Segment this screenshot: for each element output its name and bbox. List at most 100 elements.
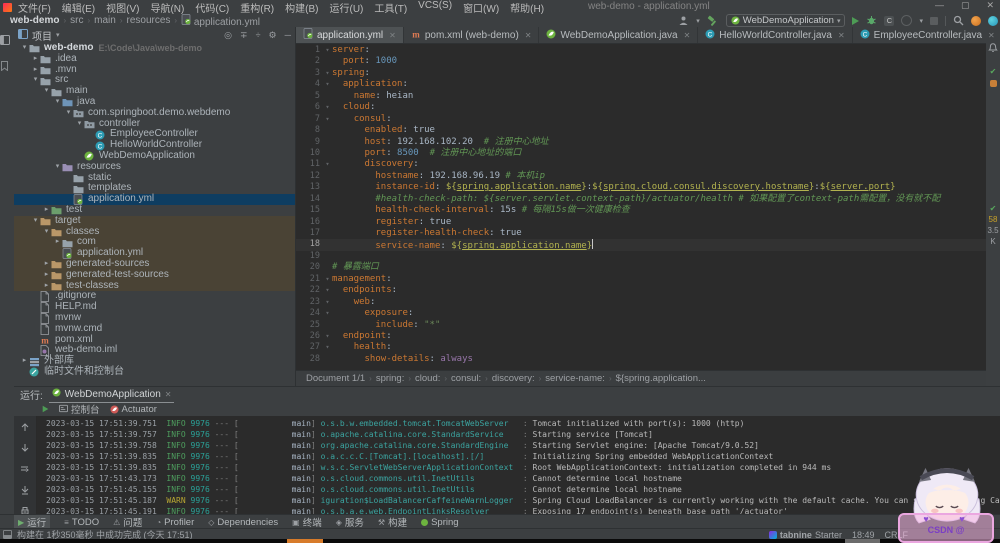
fold-icon[interactable]: ▾ xyxy=(323,45,332,56)
menu-item[interactable]: 运行(U) xyxy=(329,0,363,15)
fold-icon[interactable]: ▾ xyxy=(323,308,332,319)
rerun-icon[interactable] xyxy=(42,405,49,413)
close-icon[interactable]: ✕ xyxy=(525,31,532,40)
code-editor[interactable]: 1 ▾ server: 2 port: 1000 3 ▾ spring: 4 ▾ applica… xyxy=(296,43,986,373)
tree-row[interactable]: mvnw.cmd xyxy=(14,323,295,335)
editor-tab[interactable]: C HelloWorldController.java ✕ xyxy=(698,27,853,43)
yaml-breadcrumb-item[interactable]: spring: xyxy=(376,373,405,384)
tree-toggle-icon[interactable]: ▾ xyxy=(42,86,51,97)
tree-toggle-icon[interactable]: ▾ xyxy=(75,119,84,130)
scroll-to-end-icon[interactable] xyxy=(14,482,36,500)
tree-row[interactable]: WebDemoApplication xyxy=(14,150,295,162)
bookmarks-stripe-icon[interactable] xyxy=(0,58,14,76)
fold-icon[interactable]: ▾ xyxy=(323,102,332,113)
profiler-button[interactable] xyxy=(901,15,913,26)
tree-toggle-icon[interactable]: ▾ xyxy=(64,108,73,119)
tab-console[interactable]: 控制台 xyxy=(59,402,100,417)
close-icon[interactable]: ✕ xyxy=(838,31,845,40)
collapse-all-icon[interactable]: ÷ xyxy=(256,30,261,41)
fold-icon[interactable]: ▾ xyxy=(323,68,332,79)
expand-all-icon[interactable]: ∓ xyxy=(240,30,248,41)
tree-toggle-icon[interactable]: ▾ xyxy=(53,97,62,108)
hide-panel-icon[interactable]: ─ xyxy=(285,30,291,41)
menu-item[interactable]: 视图(V) xyxy=(106,0,139,15)
user-icon[interactable] xyxy=(678,15,689,27)
tab-actuator[interactable]: Actuator xyxy=(109,404,157,415)
tree-row[interactable]: ▸ com xyxy=(14,237,295,249)
search-icon[interactable] xyxy=(953,15,964,27)
quick-access-icon[interactable] xyxy=(3,530,12,539)
notifications-bell-icon[interactable] xyxy=(986,43,1000,55)
fold-icon[interactable]: ▾ xyxy=(323,342,332,353)
toolwindow-button-dependencies[interactable]: ◇ Dependencies xyxy=(208,517,278,528)
tree-row[interactable]: ▾ target xyxy=(14,215,295,227)
run-configuration-select[interactable]: WebDemoApplication ▾ xyxy=(725,14,846,27)
plugin-orange-icon[interactable] xyxy=(971,15,981,26)
project-stripe-icon[interactable] xyxy=(0,32,14,50)
tree-row[interactable]: ▸ .idea xyxy=(14,53,295,65)
tree-toggle-icon[interactable]: ▸ xyxy=(42,205,51,216)
tree-toggle-icon[interactable]: ▾ xyxy=(31,216,40,227)
console-output[interactable]: 2023-03-15 17:51:39.751 INFO 9976 --- [ … xyxy=(36,416,1000,515)
tree-toggle-icon[interactable]: ▾ xyxy=(42,227,51,238)
soft-wrap-icon[interactable] xyxy=(14,461,36,479)
close-icon[interactable]: ✕ xyxy=(165,390,172,399)
yaml-breadcrumb-item[interactable]: consul: xyxy=(451,373,481,384)
editor-tab[interactable]: application.yml ✕ xyxy=(296,27,404,43)
build-hammer-icon[interactable] xyxy=(707,15,719,27)
fold-icon[interactable]: ▾ xyxy=(323,331,332,342)
inspection-widget[interactable]: ✔ 58 3.5 K xyxy=(986,203,1000,247)
minimize-button[interactable]: — xyxy=(935,0,944,11)
maximize-button[interactable]: ▢ xyxy=(961,0,970,11)
tree-toggle-icon[interactable]: ▸ xyxy=(20,356,29,367)
tabnine-widget[interactable]: tabnine Starter xyxy=(768,530,842,540)
tree-row[interactable]: ▾ com.springboot.demo.webdemo xyxy=(14,107,295,119)
editor-tab[interactable]: m pom.xml (web-demo) ✕ xyxy=(404,27,540,43)
tree-row[interactable]: static xyxy=(14,172,295,184)
fold-icon[interactable]: ▾ xyxy=(323,297,332,308)
tree-row[interactable]: 临时文件和控制台 xyxy=(14,366,295,378)
tree-toggle-icon[interactable]: ▸ xyxy=(31,54,40,65)
menu-item[interactable]: 窗口(W) xyxy=(463,0,499,15)
menu-item[interactable]: 构建(B) xyxy=(285,0,318,15)
toolwindow-button-todo[interactable]: ≡ TODO xyxy=(64,517,99,528)
fold-icon[interactable]: ▾ xyxy=(323,114,332,125)
tree-toggle-icon[interactable]: ▸ xyxy=(42,259,51,270)
close-icon[interactable]: ✕ xyxy=(389,31,396,40)
breadcrumb-item[interactable]: web-demo xyxy=(10,15,59,26)
menu-item[interactable]: 帮助(H) xyxy=(510,0,544,15)
breadcrumb-item[interactable]: main xyxy=(94,15,116,26)
editor-tab[interactable]: C EmployeeController.java ✕ xyxy=(853,27,1000,43)
line-ending-indicator[interactable]: CRLF xyxy=(884,530,908,540)
tree-toggle-icon[interactable]: ▸ xyxy=(53,237,62,248)
more-run-actions-icon[interactable]: ▾ xyxy=(919,17,923,25)
user-dropdown-icon[interactable]: ▾ xyxy=(696,17,700,25)
close-button[interactable]: ✕ xyxy=(986,0,994,11)
settings-gear-icon[interactable]: ⚙ xyxy=(269,30,277,41)
run-button[interactable] xyxy=(852,16,860,25)
project-view-dropdown-icon[interactable]: ▾ xyxy=(56,31,60,39)
menu-item[interactable]: 重构(R) xyxy=(240,0,274,15)
breadcrumb-item[interactable]: resources xyxy=(127,15,171,26)
tree-toggle-icon[interactable]: ▸ xyxy=(42,270,51,281)
yaml-breadcrumb-item[interactable]: discovery: xyxy=(492,373,535,384)
tree-toggle-icon[interactable]: ▸ xyxy=(31,65,40,76)
tree-toggle-icon[interactable]: ▾ xyxy=(53,162,62,173)
toolwindow-button-spring[interactable]: Spring xyxy=(421,517,459,528)
yaml-breadcrumb-item[interactable]: ${spring.application... xyxy=(616,373,706,384)
tree-row[interactable]: ▾ src xyxy=(14,75,295,86)
close-icon[interactable]: ✕ xyxy=(684,31,691,40)
yaml-breadcrumb-item[interactable]: service-name: xyxy=(545,373,605,384)
tree-row[interactable]: application.yml xyxy=(14,193,295,205)
toolwindow-button-terminal[interactable]: ▣ 终端 xyxy=(292,515,322,530)
tree-row[interactable]: ▸ generated-test-sources xyxy=(14,269,295,281)
down-icon[interactable] xyxy=(14,440,36,458)
menu-item[interactable]: 编辑(E) xyxy=(62,0,95,15)
menu-item[interactable]: 代码(C) xyxy=(195,0,229,15)
tree-row[interactable]: application.yml xyxy=(14,247,295,259)
toolwindow-button-profiler[interactable]: ◔ Profiler xyxy=(156,517,194,528)
project-panel-title[interactable]: 项目 xyxy=(32,28,52,43)
inspections-ok-icon[interactable]: ✔ xyxy=(986,67,1000,76)
tree-row[interactable]: ▾ main xyxy=(14,85,295,97)
toolwindow-button-build[interactable]: ⚒ 构建 xyxy=(378,515,407,530)
